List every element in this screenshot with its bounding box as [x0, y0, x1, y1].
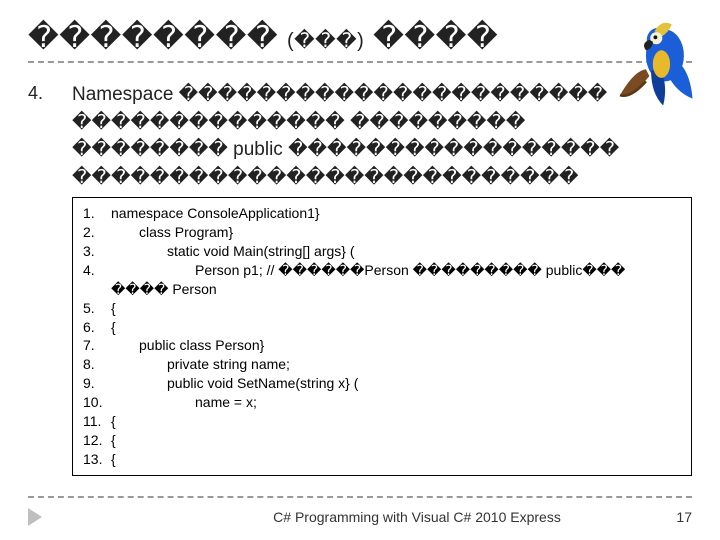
code-frag: Person [364, 262, 408, 278]
title-row: �������� (���) ���� [28, 20, 692, 55]
footer-text: C# Programming with Visual C# 2010 Expre… [42, 509, 652, 525]
parrot-image [614, 14, 702, 109]
code-line: { [83, 450, 681, 469]
code-line: { [83, 299, 681, 318]
page-number: 17 [652, 509, 692, 525]
para-line-3: �������� public ����������������� [72, 136, 692, 164]
title-sub: (���) [287, 30, 364, 52]
slide: �������� (���) ���� 4. Namespace �������… [0, 0, 720, 540]
code-text: class Program} [139, 223, 681, 242]
code-box: namespace ConsoleApplication1} class Pro… [72, 197, 692, 475]
code-text: static void Main(string[] args} ( [167, 242, 681, 261]
paragraph: Namespace ���������������������� �������… [72, 81, 692, 191]
code-line: public void SetName(string x} ( [83, 374, 681, 393]
public-keyword: public [233, 139, 288, 160]
list-number: 4. [28, 81, 56, 191]
code-frag: ��� [582, 262, 625, 278]
code-line: namespace ConsoleApplication1} [83, 204, 681, 223]
code-line: { [83, 412, 681, 431]
code-text: ���� Person [111, 280, 681, 299]
code-text: { [111, 412, 681, 431]
code-text: private string name; [167, 355, 681, 374]
code-text: { [111, 299, 681, 318]
para-line-1: Namespace ���������������������� [72, 81, 692, 109]
play-icon [28, 508, 42, 526]
page-title: �������� (���) ���� [28, 20, 498, 55]
title-tail: ���� [373, 21, 498, 54]
para-line-2: �������������� ��������� [72, 109, 692, 137]
code-line: public class Person} [83, 336, 681, 355]
code-line: static void Main(string[] args} ( [83, 242, 681, 261]
footer: C# Programming with Visual C# 2010 Expre… [28, 508, 692, 526]
code-text: Person p1; // ������Person ��������� pub… [195, 261, 681, 280]
code-text: { [111, 450, 681, 469]
para-line-3b: ����������������� [288, 139, 619, 160]
code-frag: Person p1; // ������ [195, 262, 364, 278]
code-text: { [111, 431, 681, 450]
code-frag: public [546, 262, 583, 278]
body: 4. Namespace ���������������������� ����… [28, 81, 692, 191]
code-line: class Program} [83, 223, 681, 242]
code-text: name = x; [195, 393, 681, 412]
divider-bottom [28, 496, 692, 498]
code-text: namespace ConsoleApplication1} [111, 204, 681, 223]
code-text: public void SetName(string x} ( [167, 374, 681, 393]
para-line-1-rest: ���������������������� [179, 84, 608, 105]
para-line-4: �������������������������� [72, 164, 692, 192]
para-line-3a: �������� [72, 139, 233, 160]
code-text: public class Person} [139, 336, 681, 355]
divider-bottom-wrap [28, 496, 692, 498]
divider-top [28, 61, 692, 63]
namespace-label: Namespace [72, 84, 179, 105]
code-frag: Person [172, 281, 216, 297]
code-text: { [111, 318, 681, 337]
code-line: private string name; [83, 355, 681, 374]
code-line: { [83, 431, 681, 450]
code-line: Person p1; // ������Person ��������� pub… [83, 261, 681, 299]
code-line: name = x; [83, 393, 681, 412]
code-frag: ���� [111, 281, 168, 297]
code-line: { [83, 318, 681, 337]
title-main: �������� [28, 21, 278, 54]
code-frag: ��������� [409, 262, 546, 278]
code-list: namespace ConsoleApplication1} class Pro… [83, 204, 681, 468]
